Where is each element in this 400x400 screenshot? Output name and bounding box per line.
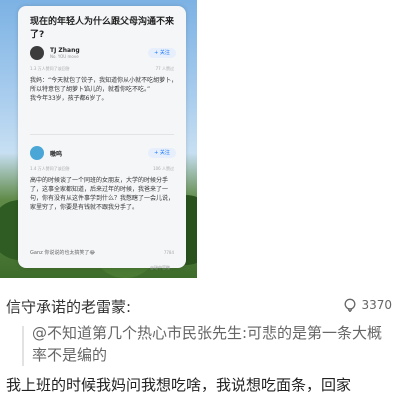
avatar — [30, 46, 44, 60]
post-footer: Ganz 你说说的也太搞笑了😂 — [30, 249, 95, 256]
answer2-meta: 1.4 万人赞同了该回答 — [30, 166, 70, 171]
comment-author[interactable]: 信守承诺的老雷蒙: — [6, 296, 131, 317]
answer1-text: 我妈：“今天就包了饺子，我知道你从小就不吃胡萝卜，所以特意包了胡萝卜馅儿的，就看… — [30, 77, 178, 102]
post-card: 现在的年轻人为什么跟父母沟通不来了? TJ Zhang No. YOU move… — [18, 6, 186, 268]
like-count[interactable]: 3370 — [343, 298, 392, 312]
footer-text: Ganz 你说说的也太搞笑了😂 — [30, 250, 96, 256]
footer-stats: 7784 — [163, 250, 174, 255]
like-count-value: 3370 — [361, 298, 392, 312]
quote-bar — [22, 326, 24, 366]
like-icon[interactable] — [343, 298, 357, 312]
answer2-stats: 106 人赞过 — [153, 166, 174, 171]
answer1-stats: 77 人赞过 — [155, 66, 174, 71]
screenshot-photo: 现在的年轻人为什么跟父母沟通不来了? TJ Zhang No. YOU move… — [0, 0, 400, 278]
question-title: 现在的年轻人为什么跟父母沟通不来了? — [30, 17, 175, 40]
follow-button[interactable]: + 关注 — [148, 148, 176, 158]
answer2-username: 嗷呜 — [50, 150, 63, 158]
answer2-text: 高中的时候谈了一个同班的女朋友，大学的时候分手了，这事全家都知道，后来过年的时候… — [30, 177, 175, 211]
answer2-user: 嗷呜 — [30, 146, 62, 160]
divider — [30, 134, 174, 135]
answer1-subtitle: No. YOU move — [50, 54, 79, 59]
answer1-username: TJ Zhang — [50, 47, 80, 54]
quoted-comment: @不知道第几个热心市民张先生:可悲的是第一条大概率不是编的 — [32, 324, 383, 364]
follow-button[interactable]: + 关注 — [148, 48, 176, 58]
watermark: @瑞中官微 — [150, 265, 170, 270]
comment-body: 我上班的时候我妈问我想吃啥，我说想吃面条，回家 — [6, 376, 352, 394]
answer1-user: TJ Zhang No. YOU move — [30, 46, 80, 60]
answer1-meta: 1.3 万人赞同了该回答 — [30, 66, 70, 71]
avatar — [30, 146, 44, 160]
